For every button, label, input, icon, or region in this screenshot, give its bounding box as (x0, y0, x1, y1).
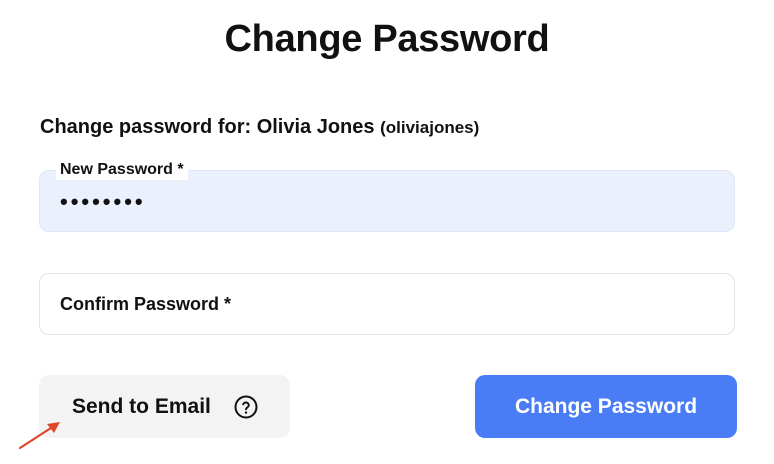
annotation-arrow-icon (18, 422, 60, 450)
page-title: Change Password (224, 18, 550, 60)
confirm-password-label: Confirm Password * (60, 294, 232, 314)
send-to-email-button[interactable]: Send to Email (39, 375, 290, 438)
question-circle-icon[interactable] (234, 395, 258, 419)
change-password-for-text: Change password for: Olivia Jones (olivi… (40, 116, 479, 139)
new-password-field[interactable]: New Password * •••••••• (39, 160, 735, 232)
send-to-email-label: Send to Email (72, 395, 211, 418)
new-password-value[interactable]: •••••••• (60, 189, 146, 215)
subtitle-username: (oliviajones) (380, 118, 480, 137)
confirm-password-field[interactable]: Confirm Password * (39, 273, 735, 335)
new-password-label: New Password * (56, 160, 188, 180)
change-password-button[interactable]: Change Password (475, 375, 737, 438)
subtitle-user-name: Change password for: Olivia Jones (40, 116, 375, 138)
